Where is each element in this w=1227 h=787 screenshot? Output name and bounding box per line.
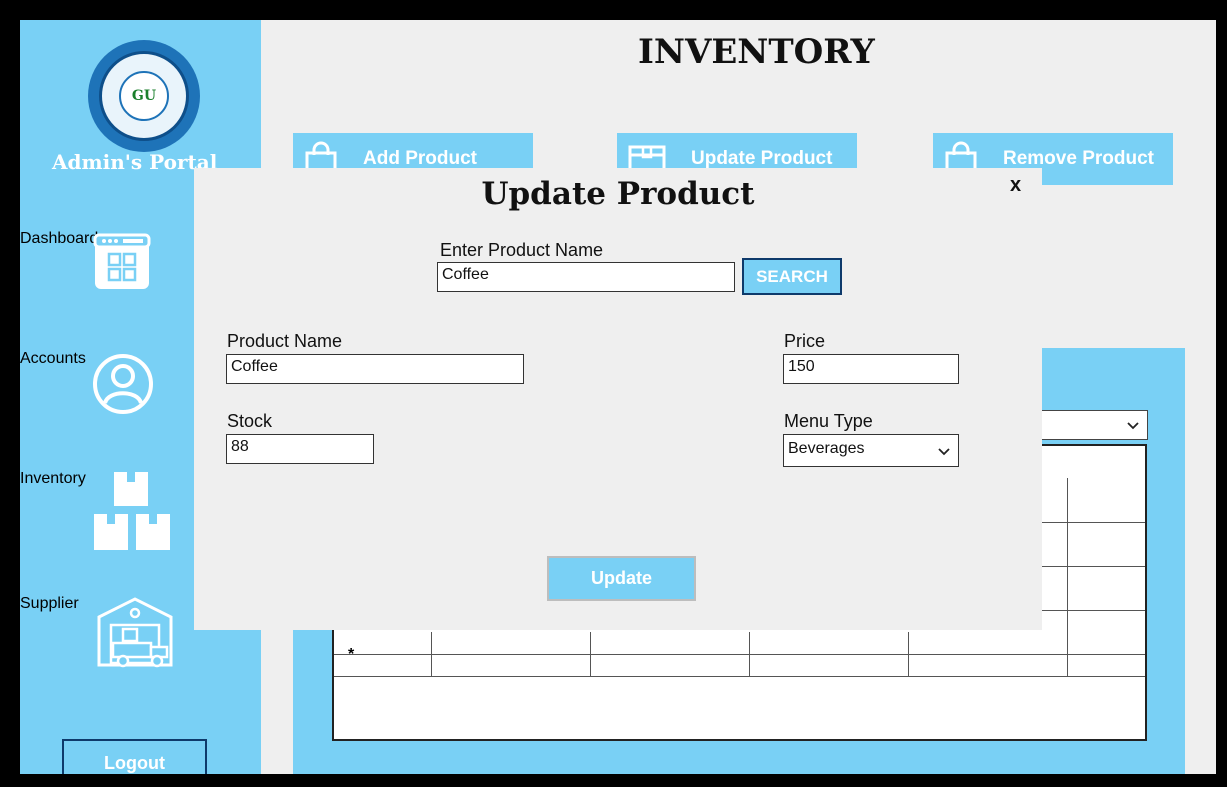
page-title: INVENTORY <box>638 32 875 72</box>
filter-select[interactable] <box>1024 410 1148 440</box>
app-window: GU Admin's Portal Dashboard Accounts Inv… <box>20 20 1216 774</box>
logo-ring: GU <box>99 51 189 141</box>
product-name-label: Product Name <box>227 331 343 351</box>
price-label: Price <box>784 331 826 351</box>
search-input[interactable]: Coffee <box>437 262 735 292</box>
stock-label: Stock <box>227 411 273 431</box>
update-product-dialog: Update Product x Enter Product Name Coff… <box>194 168 1042 630</box>
grid-cell <box>431 632 432 676</box>
search-button[interactable]: SEARCH <box>742 258 842 295</box>
grid-cell <box>1067 632 1068 676</box>
logo-core: GU <box>119 71 169 121</box>
add-product-label: Add Product <box>363 148 477 169</box>
close-icon[interactable]: x <box>1010 174 1021 197</box>
grid-cell <box>590 632 591 676</box>
stock-input[interactable]: 88 <box>226 434 374 464</box>
warehouse-icon <box>97 597 173 668</box>
search-label: Enter Product Name <box>440 240 604 260</box>
chevron-down-icon <box>1127 422 1139 430</box>
chevron-down-icon <box>938 448 950 456</box>
grid-cell <box>1067 566 1068 610</box>
dialog-title: Update Product <box>481 176 755 212</box>
update-product-label: Update Product <box>691 148 833 169</box>
menu-type-select[interactable]: Beverages <box>783 434 959 467</box>
grid-cell <box>1067 522 1068 566</box>
dashboard-icon <box>93 233 151 289</box>
grid-cell <box>749 632 750 676</box>
new-row[interactable]: * <box>334 632 1145 677</box>
menu-type-value: Beverages <box>788 440 865 457</box>
portal-title: Admin's Portal <box>52 150 218 174</box>
remove-product-label: Remove Product <box>1003 148 1154 169</box>
university-logo: GU <box>88 40 200 152</box>
price-input[interactable]: 150 <box>783 354 959 384</box>
update-button[interactable]: Update <box>547 556 696 601</box>
grid-cell <box>908 632 909 676</box>
user-icon <box>93 354 153 414</box>
boxes-icon <box>94 472 170 550</box>
product-name-input[interactable]: Coffee <box>226 354 524 384</box>
grid-cell <box>1067 478 1068 522</box>
menu-type-label: Menu Type <box>784 411 873 431</box>
new-row-marker: * <box>348 646 355 663</box>
logout-button[interactable]: Logout <box>62 739 207 774</box>
